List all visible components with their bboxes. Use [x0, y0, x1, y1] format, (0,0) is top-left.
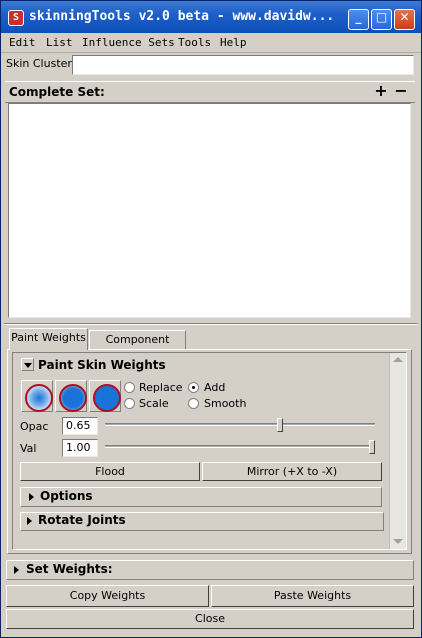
soft-brush-icon	[25, 384, 53, 412]
title-bar[interactable]: S skinningTools v2.0 beta - www.davidw..…	[1, 1, 421, 33]
opacity-slider-thumb[interactable]	[276, 418, 283, 432]
scale-label: Scale	[139, 397, 169, 410]
value-label: Val	[20, 442, 37, 455]
scroll-down-icon[interactable]	[393, 539, 403, 544]
medium-brush-button[interactable]	[55, 380, 87, 412]
chevron-down-icon	[24, 363, 32, 368]
menu-list[interactable]: List	[46, 36, 73, 49]
add-radio[interactable]	[188, 382, 199, 393]
add-label: Add	[204, 381, 226, 394]
flood-button[interactable]: Flood	[20, 462, 200, 481]
scroll-up-icon[interactable]	[393, 357, 403, 362]
menu-help[interactable]: Help	[220, 36, 247, 49]
scale-radio[interactable]	[124, 398, 135, 409]
options-label: Options	[40, 489, 93, 503]
replace-radio[interactable]	[124, 382, 135, 393]
paint-skin-weights-title: Paint Skin Weights	[38, 358, 166, 372]
maximize-button[interactable]: □	[371, 9, 392, 30]
opacity-slider[interactable]	[105, 423, 375, 426]
complete-set-label: Complete Set:	[9, 85, 105, 99]
skin-cluster-label: Skin Cluster:	[6, 57, 76, 70]
minimize-button[interactable]: _	[348, 9, 369, 30]
window-title: skinningTools v2.0 beta - www.davidw...	[29, 9, 335, 24]
value-field[interactable]: 1.00	[62, 439, 98, 457]
menu-edit[interactable]: Edit	[9, 36, 36, 49]
opacity-label: Opac	[20, 420, 49, 433]
opacity-field[interactable]: 0.65	[62, 417, 98, 435]
tab-paint-weights[interactable]: Paint Weights	[9, 328, 88, 350]
rotate-joints-label: Rotate Joints	[38, 513, 126, 527]
close-button[interactable]: Close	[6, 609, 414, 629]
menu-influence-sets[interactable]: Influence Sets	[82, 36, 175, 49]
medium-brush-icon	[59, 384, 87, 412]
add-influence-button[interactable]: +	[372, 82, 390, 100]
tab-component-editor[interactable]: Component Editor	[89, 330, 186, 364]
menu-tools[interactable]: Tools	[178, 36, 211, 49]
chevron-right-icon[interactable]	[29, 493, 34, 501]
separator	[4, 323, 418, 325]
smooth-label: Smooth	[204, 397, 247, 410]
value-slider-thumb[interactable]	[369, 440, 375, 454]
value-slider[interactable]	[105, 445, 375, 448]
remove-influence-button[interactable]: −	[392, 82, 410, 100]
skin-cluster-field[interactable]	[72, 55, 414, 75]
replace-label: Replace	[139, 381, 183, 394]
close-window-button[interactable]: ✕	[394, 9, 415, 30]
collapse-button[interactable]	[21, 358, 34, 371]
soft-brush-button[interactable]	[21, 380, 53, 412]
set-weights-label: Set Weights:	[26, 562, 113, 576]
vertical-scrollbar[interactable]	[389, 353, 406, 549]
hard-brush-button[interactable]	[89, 380, 121, 412]
hard-brush-icon	[93, 384, 121, 412]
paste-weights-button[interactable]: Paste Weights	[211, 585, 414, 607]
copy-weights-button[interactable]: Copy Weights	[6, 585, 209, 607]
smooth-radio[interactable]	[188, 398, 199, 409]
mirror-button[interactable]: Mirror (+X to -X)	[202, 462, 382, 481]
chevron-right-icon[interactable]	[27, 517, 32, 525]
menu-bar: Edit List Influence Sets Tools Help	[1, 33, 421, 53]
complete-set-list[interactable]	[8, 103, 411, 318]
chevron-right-icon[interactable]	[14, 566, 19, 574]
maya-app-icon[interactable]: S	[8, 10, 24, 26]
